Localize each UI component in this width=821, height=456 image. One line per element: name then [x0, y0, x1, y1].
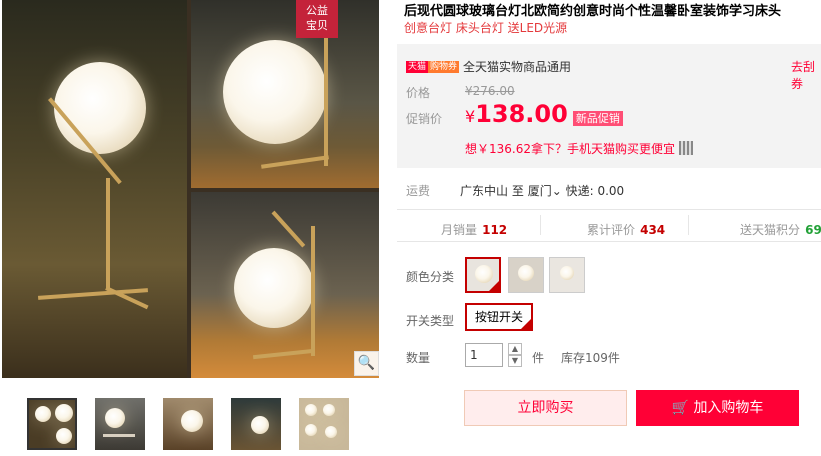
quantity-unit: 件	[532, 351, 545, 365]
lamp-globe	[54, 62, 146, 154]
add-to-cart-button[interactable]: 🛒 加入购物车	[636, 390, 799, 426]
charity-badge: 公益 宝贝	[296, 0, 338, 38]
thumbnail-1[interactable]	[27, 398, 77, 450]
divider	[688, 215, 689, 235]
product-title: 后现代圆球玻璃台灯北欧简约创意时尚个性温馨卧室装饰学习床头	[404, 4, 782, 19]
promo-price-label: 促销价	[406, 112, 443, 126]
zoom-icon[interactable]: 🔍	[354, 351, 379, 376]
delivery-info: 广东中山 至 厦门⌄ 快递: 0.00	[460, 184, 625, 198]
giftcard-tags: 天猫 购物券	[406, 61, 460, 73]
switch-label: 开关类型	[406, 314, 455, 328]
giftcard-text: 全天猫实物商品通用	[463, 60, 572, 74]
giftcard-link[interactable]: 去刮券	[791, 58, 821, 92]
quantity-input[interactable]: 1	[465, 343, 503, 367]
thumbnail-4[interactable]	[231, 398, 281, 450]
review-count[interactable]: 累计评价 434	[587, 219, 665, 238]
lamp-photo-left	[2, 0, 187, 378]
color-label: 颜色分类	[406, 270, 455, 284]
switch-option-button[interactable]: 按钮开关	[465, 303, 533, 331]
thumbnail-3[interactable]	[163, 398, 213, 450]
main-product-image[interactable]: 公益 宝贝 🔍	[2, 0, 379, 378]
quantity-decrease-button[interactable]: ▼	[508, 355, 522, 367]
chevron-down-icon: ⌄	[551, 184, 562, 198]
color-option-2[interactable]	[508, 257, 544, 293]
divider	[397, 209, 821, 210]
quantity-label: 数量	[406, 351, 431, 365]
color-option-3[interactable]	[549, 257, 585, 293]
product-subtitle: 创意台灯 床头台灯 送LED光源	[404, 21, 568, 35]
lamp-photo-top-right	[191, 0, 379, 188]
qr-code-icon[interactable]	[678, 141, 693, 155]
buy-now-button[interactable]: 立即购买	[464, 390, 627, 426]
original-price: ¥276.00	[465, 84, 515, 98]
divider	[540, 215, 541, 235]
mobile-price-hint[interactable]: 想￥136.62拿下？手机天猫购买更便宜	[465, 140, 693, 157]
quantity-increase-button[interactable]: ▲	[508, 343, 522, 355]
original-price-label: 价格	[406, 86, 431, 100]
tmall-points: 送天猫积分 69	[740, 223, 821, 237]
color-option-1[interactable]	[465, 257, 501, 293]
thumbnail-2[interactable]	[95, 398, 145, 450]
delivery-label: 运费	[406, 184, 431, 198]
destination-select[interactable]: 厦门⌄	[528, 184, 562, 198]
price-box: 天猫 购物券 全天猫实物商品通用 去刮券 价格 ¥276.00 促销价 ¥138.…	[397, 44, 821, 168]
monthly-sales: 月销量 112	[441, 223, 508, 237]
lamp-photo-bottom-right	[191, 192, 379, 378]
thumbnail-5[interactable]	[299, 398, 349, 450]
promo-price: ¥138.00 新品促销	[465, 100, 623, 128]
promo-badge: 新品促销	[572, 111, 623, 126]
cart-icon: 🛒	[671, 400, 689, 416]
stock-count: 库存109件	[561, 351, 620, 365]
lamp-globe	[234, 248, 314, 328]
divider	[397, 241, 821, 242]
lamp-globe	[223, 40, 327, 144]
